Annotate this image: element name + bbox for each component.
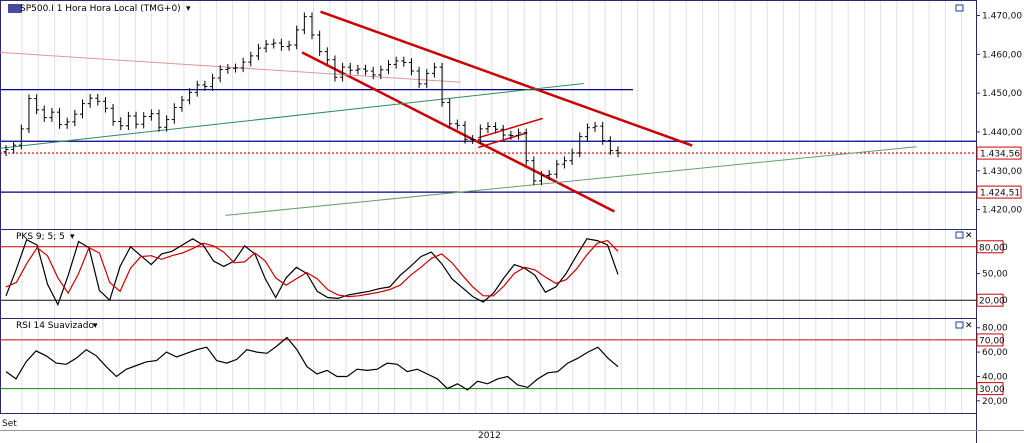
- indicator-series-line[interactable]: [5, 336, 619, 391]
- trendline-lower-channel[interactable]: [301, 51, 615, 213]
- price-tag-label: 1.434,56: [980, 150, 1020, 160]
- trading-chart-canvas[interactable]: SP500.I 1 Hora Hora Local (TMG+0) ▾ 1.47…: [0, 0, 1024, 443]
- pks-menu-chevron-icon[interactable]: ▾: [70, 232, 75, 242]
- price-pane[interactable]: [0, 10, 976, 216]
- price-pane-menu-chevron-icon[interactable]: ▾: [186, 4, 191, 14]
- candlestick-series: [3, 12, 621, 186]
- rsi-pane[interactable]: [0, 336, 976, 391]
- pane-border: [0, 229, 977, 319]
- pane-frames: [0, 0, 1024, 443]
- level-tag-label: 70,00: [979, 336, 1005, 346]
- y-tick-label: 1.430,00: [982, 167, 1022, 177]
- y-tick-label: 1.460,00: [982, 50, 1022, 60]
- rsi-menu-chevron-icon[interactable]: ▾: [93, 321, 98, 331]
- pane-border: [0, 318, 977, 414]
- pks-title[interactable]: PKS 9; 5; 5: [16, 232, 65, 242]
- rsi-close-icon[interactable]: ✕: [965, 321, 973, 331]
- y-tick-label: 80,00: [982, 324, 1008, 334]
- price-pane-title[interactable]: SP500.I 1 Hora Hora Local (TMG+0): [20, 4, 181, 14]
- price-y-axis: 1.470,00 1.460,00 1.450,00 1.440,00 1.430,00…: [976, 12, 1022, 216]
- trendline-green-support[interactable]: [0, 82, 584, 149]
- y-tick-label: 1.420,00: [982, 206, 1022, 216]
- price-tag-label: 1.424,51: [980, 189, 1020, 199]
- trendline-gray-long[interactable]: [225, 146, 917, 216]
- y-tick-label: 1.450,00: [982, 89, 1022, 99]
- x-axis-start-label: Set: [2, 419, 17, 429]
- x-axis-year-label: 2012: [478, 431, 501, 441]
- trendline-faint-red[interactable]: [0, 51, 461, 83]
- y-tick-label: 50,00: [982, 270, 1008, 280]
- pane-border: [0, 0, 977, 230]
- level-tag-label: 30,00: [979, 385, 1005, 395]
- trendlines: [0, 10, 917, 216]
- rsi-title[interactable]: RSI 14 Suavizado: [16, 321, 95, 331]
- y-tick-label: 20,00: [982, 397, 1008, 407]
- y-tick-label: 60,00: [982, 348, 1008, 358]
- chart-grid: [21, 0, 963, 413]
- stochastic-pane[interactable]: [0, 238, 976, 307]
- indicator-series-line[interactable]: [5, 238, 619, 307]
- y-tick-label: 40,00: [982, 372, 1008, 382]
- stochastic-y-axis: 80,0050,0020,0080,0020,00: [976, 240, 1008, 307]
- pks-close-icon[interactable]: ✕: [965, 231, 973, 241]
- y-tick-label: 1.470,00: [982, 12, 1022, 22]
- trendline-upper-channel[interactable]: [320, 10, 693, 147]
- level-tag-label: 20,00: [979, 297, 1005, 307]
- y-tick-label: 1.440,00: [982, 128, 1022, 138]
- level-tag-label: 80,00: [979, 243, 1005, 253]
- horizontal-levels: [0, 89, 976, 193]
- rsi-y-axis: 80,00 60,00 40,00 20,00 70,00 30,00: [976, 324, 1008, 407]
